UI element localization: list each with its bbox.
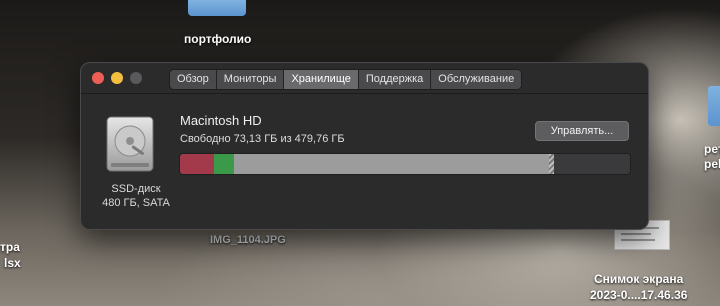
close-icon[interactable] [92,72,104,84]
tab-storage[interactable]: Хранилище [284,70,359,89]
manage-button[interactable]: Управлять... [535,121,629,141]
disk-capacity-label: 480 ГБ, SATA [102,197,170,209]
storage-segment-apps[interactable] [180,154,214,174]
file-icon[interactable] [708,86,720,126]
tab-service[interactable]: Обслуживание [431,70,522,89]
hard-drive-icon [106,116,154,172]
image-file-label[interactable]: IMG_1104.JPG [210,234,286,246]
left-file-label-ext: lsx [4,256,21,270]
storage-segment-other[interactable] [234,154,549,174]
title-bar[interactable]: Обзор Мониторы Хранилище Поддержка Обслу… [81,63,648,93]
tab-bar: Обзор Мониторы Хранилище Поддержка Обслу… [169,69,523,90]
right-file-label-ext: pels [704,157,720,171]
zoom-icon[interactable] [130,72,142,84]
free-space-text: Свободно 73,13 ГБ из 479,76 ГБ [180,133,345,145]
storage-segment-purgeable[interactable] [548,154,554,174]
about-this-mac-window: Обзор Мониторы Хранилище Поддержка Обслу… [80,62,649,230]
tab-support[interactable]: Поддержка [358,70,432,89]
tab-displays[interactable]: Мониторы [216,70,285,89]
disk-type-label: SSD-диск [111,183,161,195]
minimize-icon[interactable] [111,72,123,84]
tab-overview[interactable]: Обзор [170,70,217,89]
right-file-label[interactable]: рет [704,142,720,156]
divider [81,93,648,94]
folder-label[interactable]: портфолио [184,32,251,46]
left-file-label[interactable]: тра [0,240,20,254]
screenshot-label[interactable]: Снимок экрана [594,272,683,286]
storage-usage-bar[interactable] [179,153,631,175]
folder-icon[interactable] [188,0,246,16]
screenshot-date-label: 2023-0....17.46.36 [590,288,688,302]
volume-name: Macintosh HD [180,113,262,128]
storage-segment-docs[interactable] [213,154,235,174]
